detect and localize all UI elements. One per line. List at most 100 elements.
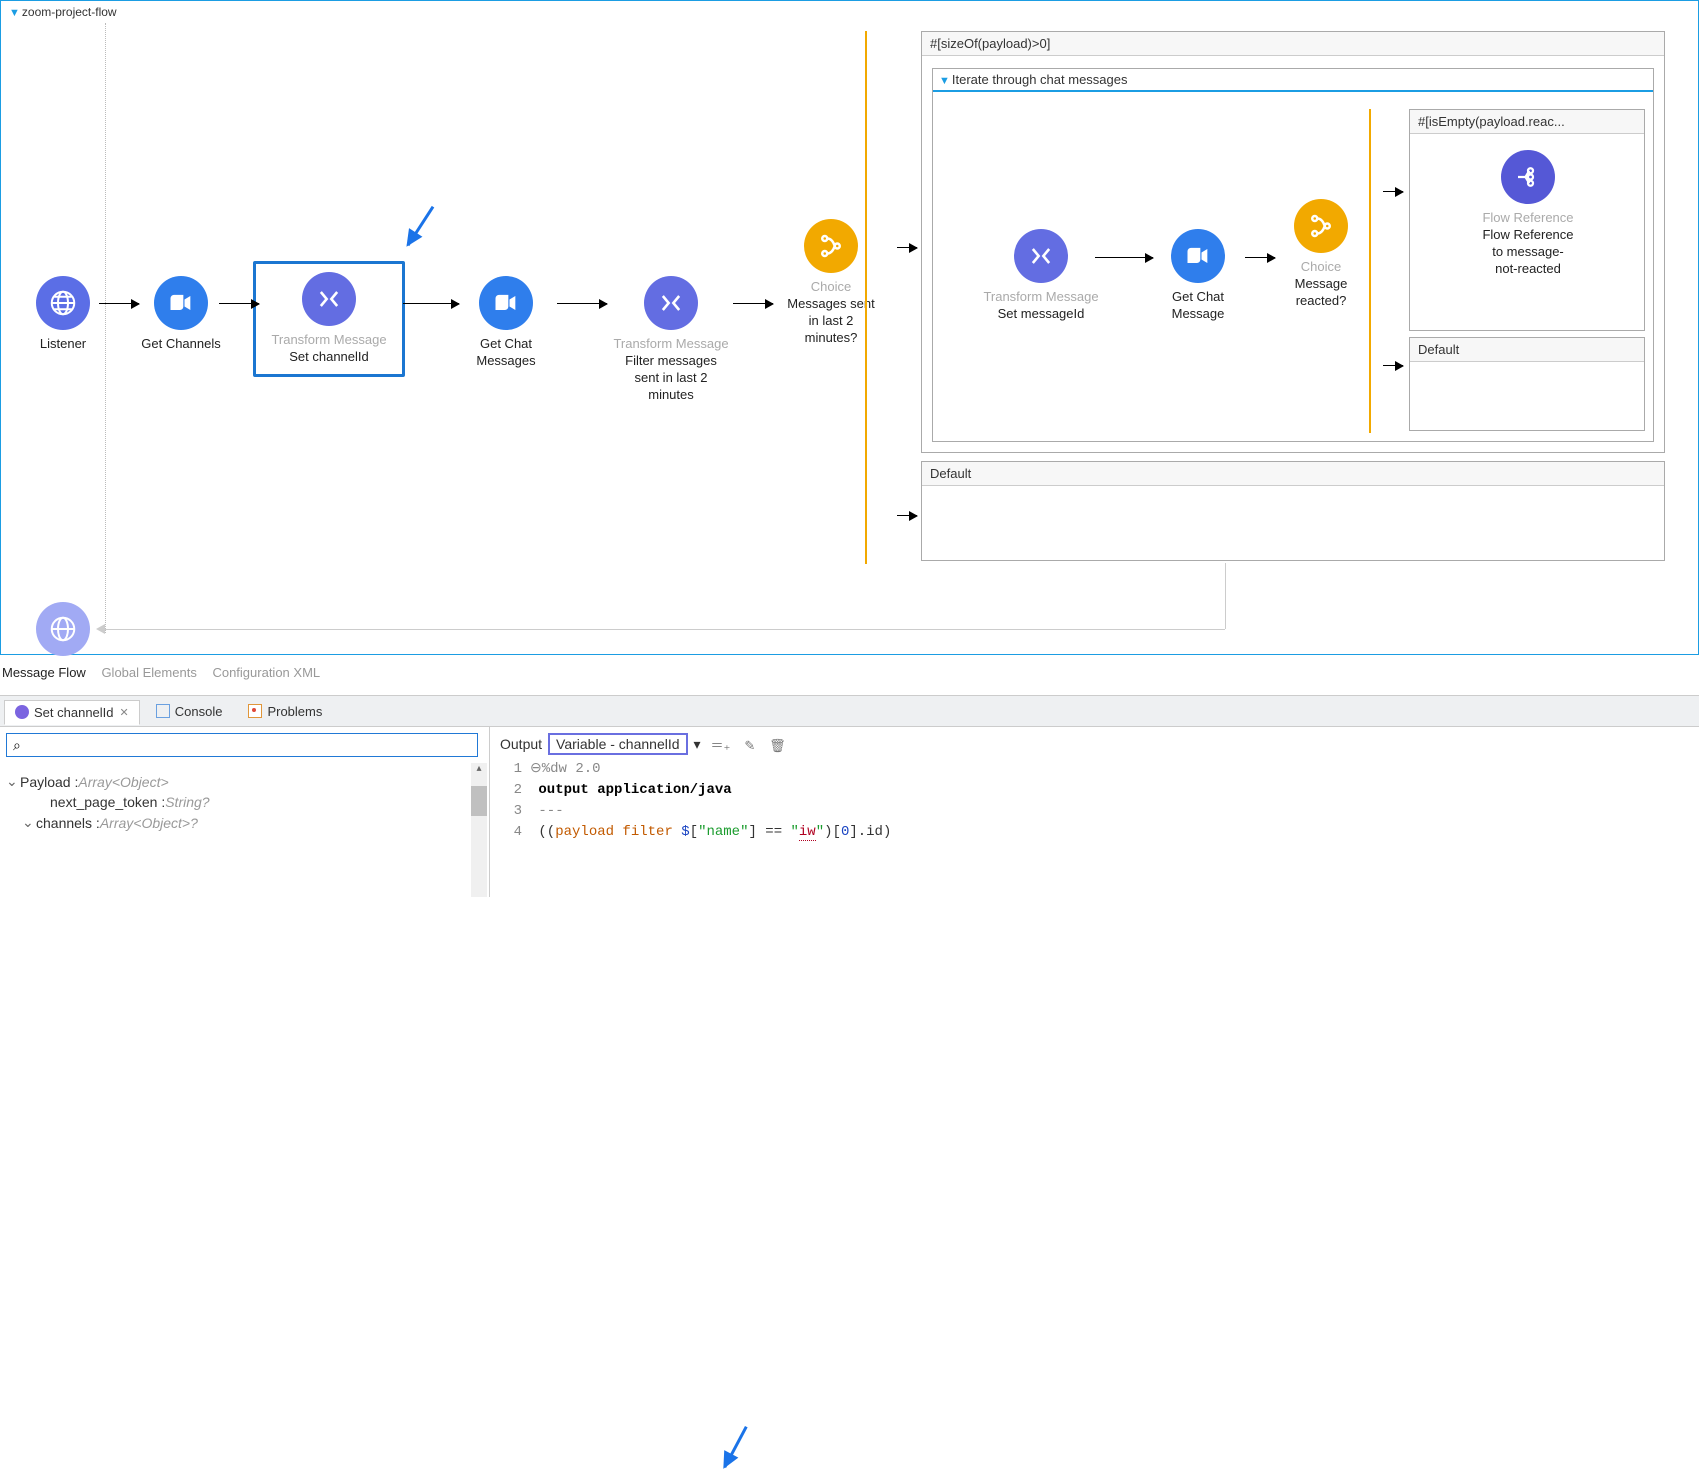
close-icon[interactable]: ✕: [120, 706, 129, 719]
choice-condition: Default: [1410, 338, 1644, 362]
tree-row-nextpagetoken[interactable]: next_page_token : String?: [6, 792, 483, 812]
return-line: [105, 629, 1225, 630]
node-get-chat-messages[interactable]: Get Chat Messages: [451, 276, 561, 370]
node-type: Transform Message: [971, 289, 1111, 306]
node-label: Set channelId: [264, 349, 394, 366]
connector-arrow: [897, 515, 917, 516]
http-icon: [36, 602, 90, 656]
detail-panel: ⌄Payload : Array<Object> next_page_token…: [0, 727, 1699, 897]
video-icon: [1171, 229, 1225, 283]
edit-icon[interactable]: ✎: [744, 738, 755, 753]
connector-arrow: [1245, 257, 1275, 258]
annotation-arrow-2: [723, 1426, 747, 1468]
console-icon: [156, 704, 170, 718]
connector-arrow: [733, 303, 773, 304]
search-input[interactable]: [6, 733, 478, 757]
add-output-icon[interactable]: ＝₊: [711, 738, 731, 753]
node-get-channels[interactable]: Get Channels: [131, 276, 231, 353]
node-set-messageid[interactable]: Transform Message Set messageId: [971, 229, 1111, 323]
transform-icon: [15, 705, 29, 719]
connector-arrow: [403, 303, 459, 304]
node-filter-messages[interactable]: Transform Message Filter messages sent i…: [601, 276, 741, 404]
flow-reference-icon: [1501, 150, 1555, 204]
code-editor[interactable]: 1⊖%dw 2.0 2 output application/java 3 --…: [500, 759, 1689, 843]
annotation-arrow-1: [407, 206, 435, 246]
choice-branch-isempty[interactable]: #[isEmpty(payload.reac... Flow Reference…: [1409, 109, 1645, 331]
choice-icon: [1294, 199, 1348, 253]
node-label: Listener: [23, 336, 103, 353]
node-type: Choice: [771, 279, 891, 296]
choice-brace: [1369, 109, 1371, 433]
tree-row-channels[interactable]: ⌄channels : Array<Object>?: [6, 812, 483, 833]
video-icon: [154, 276, 208, 330]
node-label: Filter messages sent in last 2 minutes: [601, 353, 741, 404]
node-flow-reference[interactable]: Flow Reference Flow Reference to message…: [1458, 150, 1598, 278]
scrollbar[interactable]: [471, 763, 487, 897]
node-choice-messages-sent[interactable]: Choice Messages sent in last 2 minutes?: [771, 219, 891, 347]
delete-icon[interactable]: 🗑: [769, 738, 786, 753]
panel-tabs: Set channelId ✕ Console Problems: [0, 695, 1699, 727]
transform-icon: [644, 276, 698, 330]
tab-config-xml[interactable]: Configuration XML: [212, 665, 320, 680]
tab-global-elements[interactable]: Global Elements: [101, 665, 196, 680]
dropdown-icon[interactable]: ▾: [694, 736, 701, 753]
tab-message-flow[interactable]: Message Flow: [2, 665, 86, 680]
node-listener[interactable]: Listener: [23, 276, 103, 353]
scope-iterate[interactable]: ▼Iterate through chat messages Transform…: [932, 68, 1654, 442]
node-label: Get Chat Message: [1143, 289, 1253, 323]
view-tabs: Message Flow Global Elements Configurati…: [2, 665, 332, 680]
connector-arrow: [557, 303, 607, 304]
output-label: Output: [500, 736, 542, 752]
return-arrowhead: [96, 624, 105, 634]
node-label: Get Channels: [131, 336, 231, 353]
node-choice-reacted[interactable]: Choice Message reacted?: [1271, 199, 1371, 310]
lane-divider: [105, 23, 106, 633]
tab-problems[interactable]: Problems: [238, 700, 332, 723]
connector-arrow: [219, 303, 259, 304]
tab-set-channelid[interactable]: Set channelId ✕: [4, 700, 140, 725]
node-get-chat-message[interactable]: Get Chat Message: [1143, 229, 1253, 323]
node-label: Messages sent in last 2 minutes?: [771, 296, 891, 347]
tree-row-payload[interactable]: ⌄Payload : Array<Object>: [6, 771, 483, 792]
choice-condition: #[sizeOf(payload)>0]: [922, 32, 1664, 56]
node-type: Flow Reference: [1458, 210, 1598, 227]
choice-icon: [804, 219, 858, 273]
choice-brace: [865, 31, 867, 564]
transform-icon: [302, 272, 356, 326]
output-panel: Output Variable - channelId ▾ ＝₊ ✎ 🗑 1⊖%…: [490, 727, 1699, 897]
connector-arrow: [99, 303, 139, 304]
input-tree[interactable]: ⌄Payload : Array<Object> next_page_token…: [6, 771, 483, 833]
choice-branch-default-outer[interactable]: Default: [921, 461, 1665, 561]
choice-branch-true[interactable]: #[sizeOf(payload)>0] ▼Iterate through ch…: [921, 31, 1665, 453]
node-listener-return[interactable]: [23, 602, 103, 662]
tab-label: Problems: [267, 704, 322, 719]
scope-title: ▼Iterate through chat messages: [933, 69, 1653, 92]
node-label: Set messageId: [971, 306, 1111, 323]
http-icon: [36, 276, 90, 330]
node-type: Transform Message: [601, 336, 741, 353]
choice-condition: Default: [922, 462, 1664, 486]
output-target[interactable]: Variable - channelId: [548, 733, 687, 755]
connector-arrow: [1383, 191, 1403, 192]
choice-branch-default-inner[interactable]: Default: [1409, 337, 1645, 431]
input-tree-panel: ⌄Payload : Array<Object> next_page_token…: [0, 727, 490, 897]
node-set-channelid[interactable]: Transform Message Set channelId: [253, 261, 405, 377]
connector-arrow: [897, 247, 917, 248]
flow-title: ▼zoom-project-flow: [9, 5, 117, 19]
node-type: Transform Message: [264, 332, 394, 349]
connector-arrow: [1095, 257, 1153, 258]
output-toolbar: ＝₊ ✎ 🗑: [711, 735, 796, 754]
flow-canvas[interactable]: ▼zoom-project-flow Listener Get Channels…: [0, 0, 1699, 655]
node-type: Choice: [1271, 259, 1371, 276]
return-line-v: [1225, 563, 1226, 629]
tab-label: Console: [175, 704, 223, 719]
connector-arrow: [1383, 365, 1403, 366]
node-label: Message reacted?: [1271, 276, 1371, 310]
choice-condition: #[isEmpty(payload.reac...: [1410, 110, 1644, 134]
tab-label: Set channelId: [34, 705, 114, 720]
tab-console[interactable]: Console: [146, 700, 233, 723]
video-icon: [479, 276, 533, 330]
transform-icon: [1014, 229, 1068, 283]
problems-icon: [248, 704, 262, 718]
node-label: Get Chat Messages: [451, 336, 561, 370]
